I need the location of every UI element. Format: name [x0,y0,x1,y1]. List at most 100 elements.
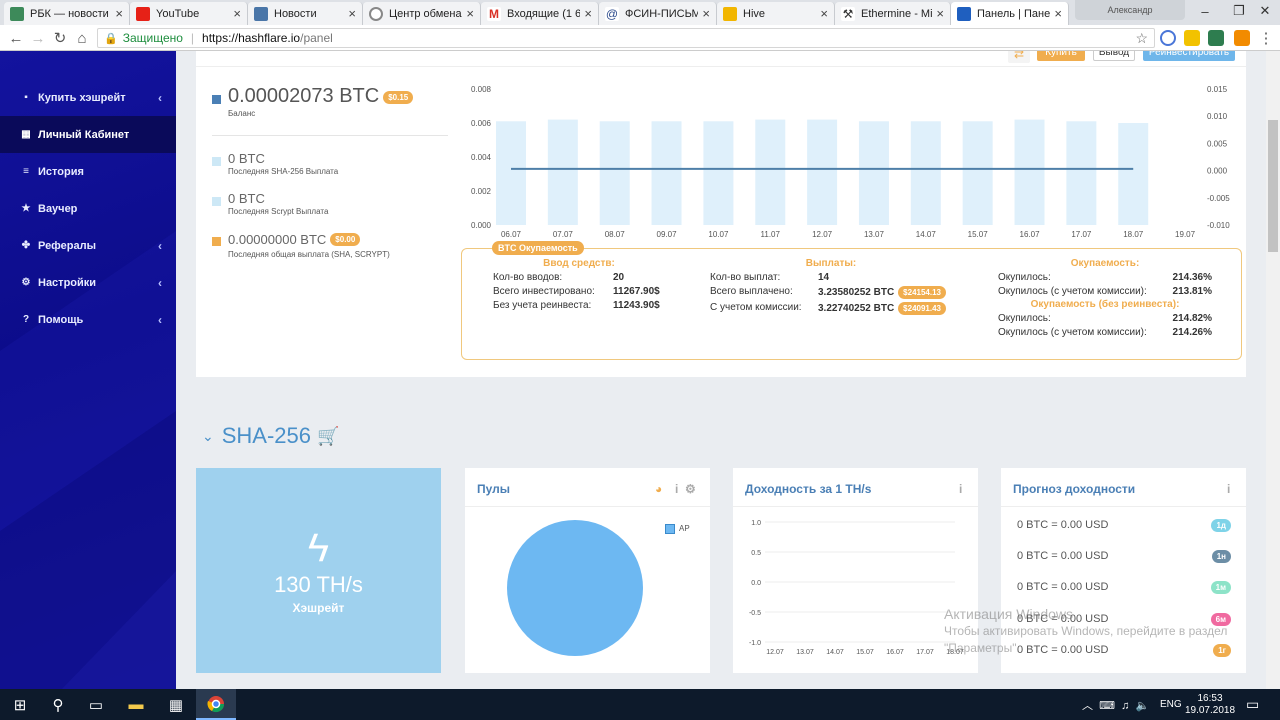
roi-payback: Окупаемость: Окупилось: 214.36% Окупилось… [998,258,1212,338]
close-tab-icon[interactable]: × [115,6,123,21]
sidebar-item-dashboard[interactable]: ▦ Личный Кабинет [0,116,176,153]
windows-start-icon[interactable]: ⊞ [0,689,40,720]
file-explorer-icon[interactable]: ▬ [116,689,156,720]
globe-favicon-icon [369,6,383,21]
tray-icons[interactable]: ︿ ⌨ ♫ 🔈 [1082,689,1149,720]
tab-title: Hive [743,7,766,20]
x-tick-label: 14.07 [916,230,937,239]
close-tab-icon[interactable]: × [936,6,944,21]
info-icon[interactable]: i [959,482,962,496]
scrollbar-thumb[interactable] [1268,120,1278,252]
close-tab-icon[interactable]: × [702,6,710,21]
y-tick-label: 0.000 [471,221,492,230]
y-tick-label: 0.006 [471,119,492,128]
gear-icon[interactable]: ⚙ [685,482,696,496]
home-icon[interactable]: ⌂ [72,28,92,48]
info-icon[interactable]: i [1227,482,1230,496]
profile-name[interactable]: Александр [1075,0,1185,20]
extension-icon[interactable] [1234,30,1250,46]
x-tick-label: 06.07 [501,230,522,239]
extension-icon[interactable] [1184,30,1200,46]
grid-icon: ▦ [21,129,31,140]
x-tick-label: 11.07 [761,230,781,239]
buy-button[interactable]: Купить [1037,51,1085,61]
sidebar-item-history[interactable]: ≡ История [0,153,176,190]
extension-icon[interactable] [1160,30,1176,46]
sha256-section-header[interactable]: ⌄ SHA-256 🛒 [202,423,339,449]
tab-title: Ethermine - Min [861,7,933,20]
y-tick-label: 1.0 [751,520,761,527]
reinvest-button[interactable]: Реинвестировать [1143,51,1235,61]
address-bar: ← → ↻ ⌂ 🔒 Защищено | https://hashflare.i… [0,25,1280,51]
back-icon[interactable]: ← [6,28,26,48]
gear-icon: ⚙ [21,277,31,288]
browser-tab[interactable]: Центр обмена С × [363,2,481,25]
withdraw-button[interactable]: Вывод [1093,51,1135,61]
sidebar-item-settings[interactable]: ⚙ Настройки ‹ [0,264,176,301]
cart-icon[interactable]: 🛒 [317,426,339,447]
chrome-taskbar-icon[interactable] [196,689,236,720]
clock[interactable]: 16:53 19.07.2018 [1185,689,1235,720]
bar [807,119,838,225]
total-payout-label: Последняя общая выплата (SHA, SCRYPT) [228,250,390,259]
bar [547,119,578,225]
sidebar-item-referrals[interactable]: ✤ Рефералы ‹ [0,227,176,264]
period-badge: 1н [1211,549,1231,563]
pool-legend-label: AP [679,524,690,533]
calculator-icon[interactable]: ▦ [156,689,196,720]
minimize-icon[interactable]: – [1188,0,1222,22]
notifications-icon[interactable]: ▭ [1246,689,1259,720]
pie-chart-icon[interactable]: ◕ [655,482,662,496]
close-tab-icon[interactable]: × [466,6,474,21]
roi-row: Окупилось: 214.36% [998,272,1212,283]
close-tab-icon[interactable]: × [233,6,241,21]
forward-icon[interactable]: → [28,28,48,48]
last-scrypt-payout: 0 BTC Последняя Scrypt Выплата [212,191,328,216]
x-tick-label: 17.07 [1071,230,1092,239]
url-input[interactable]: 🔒 Защищено | https://hashflare.io /panel… [97,28,1155,48]
extension-icon[interactable] [1208,30,1224,46]
browser-tab[interactable]: YouTube × [130,2,248,25]
language-indicator[interactable]: ENG [1160,689,1182,720]
forecast-title: Прогноз доходности [1013,482,1136,496]
browser-tab[interactable]: Новости × [248,2,363,25]
search-icon[interactable]: ⚲ [38,689,78,720]
reload-icon[interactable]: ↻ [50,28,70,48]
balance-usd-badge: $0.15 [383,91,414,105]
sidebar-item-voucher[interactable]: ★ Ваучер [0,190,176,227]
sidebar-item-buy-hashrate[interactable]: ▪ Купить хэшрейт ‹ [0,79,176,116]
close-window-icon[interactable]: ✕ [1248,0,1280,22]
hive-favicon-icon [723,6,737,21]
last-total-payout: 0.00000000 BTC $0.00 Последняя общая выпл… [212,231,390,259]
browser-tab[interactable]: РБК — новости × [4,2,130,25]
bookmark-star-icon[interactable]: ☆ [1135,30,1148,47]
chevron-down-icon[interactable]: ⌄ [202,428,214,445]
deposits-heading: Ввод средств: [543,258,615,269]
exchange-icon[interactable]: ⇄ [1008,51,1031,63]
browser-tab[interactable]: ⚒ Ethermine - Min × [835,2,951,25]
bar [910,121,941,225]
task-view-icon[interactable]: ▭ [76,689,116,720]
sidebar-item-help[interactable]: ? Помощь ‹ [0,301,176,338]
browser-tab[interactable]: M Входящие (1 60 × [481,2,599,25]
browser-tab[interactable]: @ ФСИН-ПИСЬМС × [599,2,717,25]
x-tick-label: 18.07 [1123,230,1144,239]
close-tab-icon[interactable]: × [1054,6,1062,21]
y2-tick-label: 0.005 [1207,139,1228,148]
y-tick-label: 0.008 [471,85,492,94]
card-header [196,51,1246,67]
star-icon: ★ [21,203,31,214]
close-tab-icon[interactable]: × [584,6,592,21]
y2-tick-label: -0.005 [1207,194,1230,203]
close-tab-icon[interactable]: × [820,6,828,21]
close-tab-icon[interactable]: × [348,6,356,21]
browser-tab-active[interactable]: Панель | Панел × [951,2,1069,25]
pools-pie-chart [507,520,643,656]
info-icon[interactable]: i [675,482,678,496]
roi-deposits: Ввод средств: Кол-во вводов: 20 Всего инв… [493,258,665,311]
scrypt-payout-label: Последняя Scrypt Выплата [228,207,329,216]
question-icon: ? [22,314,30,325]
browser-tab[interactable]: Hive × [717,2,835,25]
bar [703,121,734,225]
menu-dots-icon[interactable]: ⋮ [1256,28,1276,48]
